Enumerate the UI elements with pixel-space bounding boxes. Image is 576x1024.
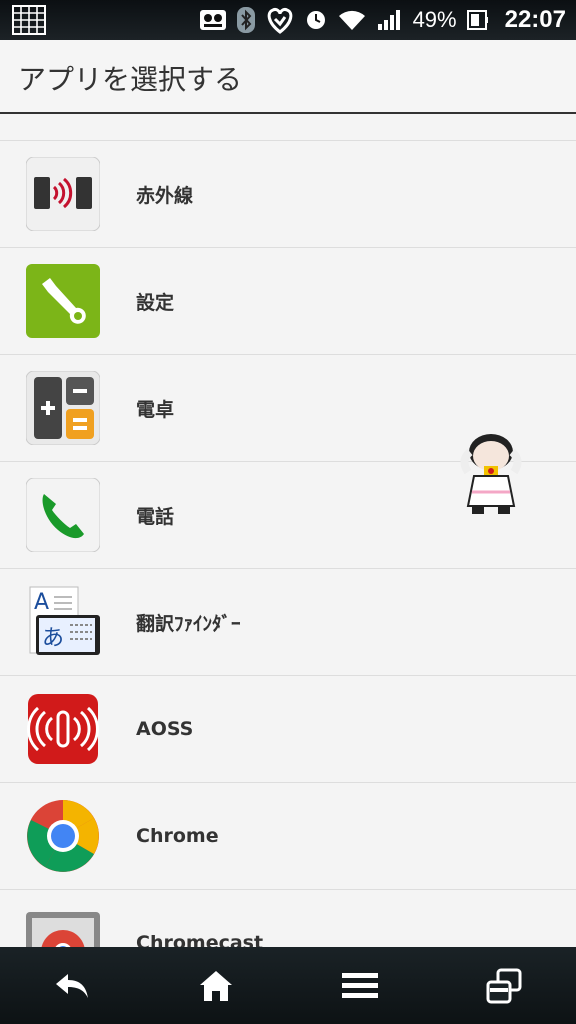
app-label: 電卓 [136, 398, 175, 421]
infrared-icon [25, 156, 101, 232]
home-icon [200, 970, 232, 1001]
svg-text:あ: あ [42, 626, 64, 651]
list-item-translate-finder[interactable]: A あ 翻訳ﾌｧｲﾝﾀﾞｰ [0, 569, 576, 676]
menu-button[interactable] [320, 956, 400, 1016]
bluetooth-icon [236, 7, 255, 33]
app-label: 電話 [136, 505, 175, 528]
page-title: アプリを選択する [18, 63, 243, 96]
app-label: Chromecast [136, 932, 264, 948]
recents-button[interactable] [464, 956, 544, 1016]
home-button[interactable] [176, 956, 256, 1016]
app-label: 翻訳ﾌｧｲﾝﾀﾞｰ [136, 612, 241, 635]
translate-finder-icon: A あ [26, 585, 100, 659]
svg-text:A: A [34, 590, 49, 615]
voicemail-icon [199, 8, 227, 32]
chromecast-icon [26, 906, 100, 948]
calculator-icon [25, 370, 101, 446]
menu-icon [342, 972, 378, 998]
back-button[interactable] [32, 956, 112, 1016]
app-label: AOSS [136, 718, 194, 740]
app-label: 赤外線 [136, 184, 194, 207]
heart-icon [265, 6, 295, 34]
alarm-icon [305, 9, 327, 31]
list-item-settings[interactable]: 設定 [0, 248, 576, 355]
settings-wrench-icon [26, 264, 100, 338]
wifi-icon [337, 8, 367, 32]
app-list: 赤外線 設定 電卓 電話 A あ 翻訳ﾌｧｲﾝﾀﾞｰ AOSS Chrome C… [0, 140, 576, 948]
mascot-sticker[interactable] [456, 430, 526, 518]
grid-icon [12, 5, 46, 35]
app-label: 設定 [136, 291, 175, 314]
list-item-chrome[interactable]: Chrome [0, 783, 576, 890]
title-bar: アプリを選択する [0, 40, 576, 114]
back-icon [56, 973, 88, 998]
clock-time: 22:07 [504, 6, 566, 33]
list-item-aoss[interactable]: AOSS [0, 676, 576, 783]
phone-icon [25, 477, 101, 553]
navigation-bar [0, 947, 576, 1024]
recents-icon [486, 968, 522, 1003]
battery-icon [466, 9, 489, 31]
list-item-chromecast[interactable]: Chromecast [0, 890, 576, 948]
signal-icon [377, 8, 403, 32]
battery-percent: 49% [412, 7, 457, 32]
aoss-icon [26, 692, 100, 766]
list-item-infrared[interactable]: 赤外線 [0, 141, 576, 248]
chrome-icon [26, 799, 100, 873]
status-bar: 49% 22:07 [0, 0, 576, 40]
app-label: Chrome [136, 825, 219, 847]
